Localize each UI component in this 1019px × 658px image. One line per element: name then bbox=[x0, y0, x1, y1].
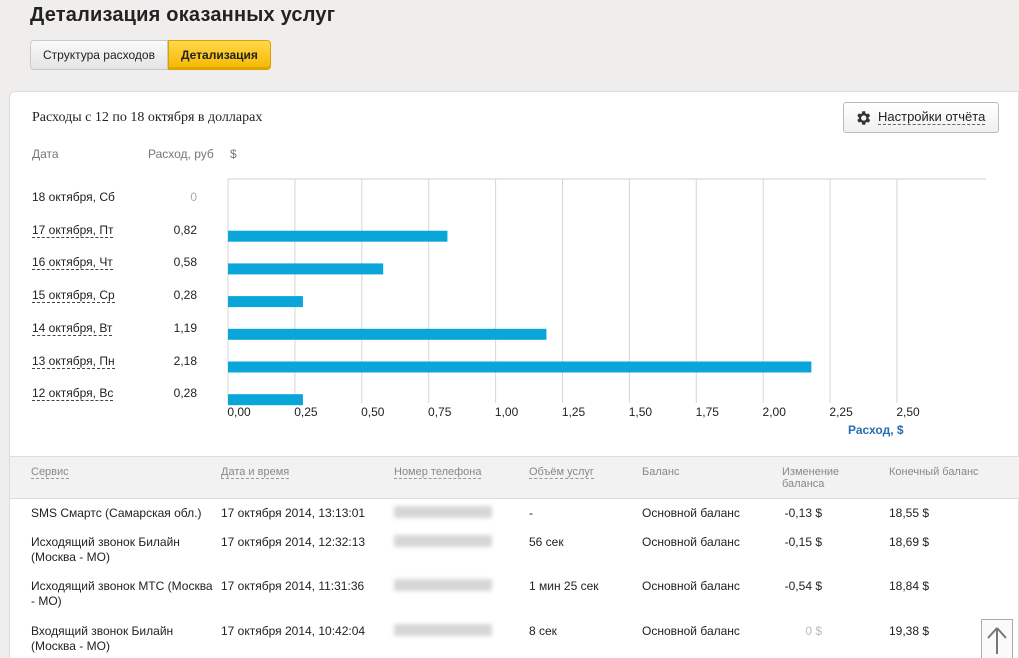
th-final-balance: Конечный баланс bbox=[889, 466, 979, 478]
cell-volume: 8 сек bbox=[529, 624, 557, 638]
col-head-currency: $ bbox=[230, 147, 237, 161]
x-tick-label: 0,50 bbox=[361, 405, 385, 419]
x-tick-label: 1,00 bbox=[495, 405, 519, 419]
gear-icon bbox=[857, 110, 871, 125]
x-axis-title: Расход, $ bbox=[848, 423, 904, 437]
x-tick-label: 1,75 bbox=[696, 405, 720, 419]
cell-balance: Основной баланс bbox=[642, 579, 740, 593]
cell-balance-change: -0,13 $ bbox=[784, 506, 822, 520]
cell-service: Исходящий звонок Билайн (Москва - МО) bbox=[31, 535, 180, 564]
cell-final-balance: 18,69 $ bbox=[889, 535, 930, 549]
report-settings-button[interactable]: Настройки отчёта bbox=[843, 102, 999, 133]
cell-final-balance: 19,38 $ bbox=[889, 624, 930, 638]
table-header: Сервис Дата и время Номер телефона Объём… bbox=[10, 456, 1019, 499]
category-label: 18 октября, Сб bbox=[32, 190, 115, 204]
tab-expense-structure[interactable]: Структура расходов bbox=[30, 40, 168, 70]
x-tick-label: 2,25 bbox=[829, 405, 853, 419]
th-phone[interactable]: Номер телефона bbox=[394, 466, 482, 479]
x-tick-label: 0,00 bbox=[227, 405, 251, 419]
value-label: 1,19 bbox=[173, 320, 197, 335]
cell-service: Входящий звонок Билайн (Москва - МО) bbox=[31, 624, 174, 653]
th-service[interactable]: Сервис bbox=[31, 466, 69, 479]
x-tick-label: 1,50 bbox=[629, 405, 653, 419]
bar bbox=[228, 394, 303, 406]
x-tick-label: 0,75 bbox=[428, 405, 452, 419]
th-volume[interactable]: Объём услуг bbox=[529, 466, 594, 479]
cell-datetime: 17 октября 2014, 10:42:04 bbox=[221, 624, 366, 638]
tab-details[interactable]: Детализация bbox=[167, 40, 271, 70]
cell-balance-change: 0 $ bbox=[805, 624, 822, 638]
cell-volume: 1 мин 25 сек bbox=[529, 579, 599, 593]
value-label: 2,18 bbox=[173, 353, 197, 368]
scroll-top-button[interactable] bbox=[981, 619, 1013, 658]
bar bbox=[228, 361, 812, 373]
category-label[interactable]: 12 октября, Вс bbox=[32, 386, 114, 402]
col-head-date: Дата bbox=[32, 147, 59, 161]
cell-phone-redacted bbox=[394, 535, 492, 551]
category-label[interactable]: 13 октября, Пн bbox=[32, 354, 115, 369]
category-label[interactable]: 14 октября, Вт bbox=[32, 321, 113, 336]
expense-chart: 0,00 0,25 0,50 0,75 1,00 1,25 1,50 1,75 2,00 2,25… bbox=[10, 162, 1010, 452]
cell-datetime: 17 октября 2014, 13:13:01 bbox=[221, 506, 366, 520]
cell-balance: Основной баланс bbox=[642, 506, 740, 520]
category-label[interactable]: 15 октября, Ср bbox=[32, 288, 115, 304]
cell-datetime: 17 октября 2014, 11:31:36 bbox=[221, 579, 365, 593]
cell-service: Исходящий звонок МТС (Москва - МО) bbox=[31, 579, 213, 608]
cell-balance-change: -0,54 $ bbox=[784, 579, 822, 593]
th-balance-change: Изменение баланса bbox=[782, 466, 840, 490]
bar bbox=[228, 328, 547, 340]
bar bbox=[228, 230, 448, 242]
cell-final-balance: 18,84 $ bbox=[889, 579, 930, 593]
cell-volume: - bbox=[529, 506, 533, 520]
tabs: Структура расходов Детализация bbox=[30, 40, 271, 70]
bar bbox=[228, 296, 303, 308]
col-head-expense: Расход, руб bbox=[148, 147, 214, 161]
arrow-up-icon bbox=[987, 627, 1007, 654]
x-tick-label: 2,00 bbox=[763, 405, 787, 419]
cell-balance: Основной баланс bbox=[642, 535, 740, 549]
th-datetime[interactable]: Дата и время bbox=[221, 466, 290, 479]
value-label: 0,82 bbox=[173, 222, 197, 237]
cell-final-balance: 18,55 $ bbox=[889, 506, 930, 520]
cell-volume: 56 сек bbox=[529, 535, 564, 549]
page-title: Детализация оказанных услуг bbox=[30, 4, 336, 26]
cell-balance-change: -0,15 $ bbox=[784, 535, 822, 549]
x-tick-label: 1,25 bbox=[562, 405, 586, 419]
value-label: 0 bbox=[190, 190, 197, 204]
settings-label: Настройки отчёта bbox=[878, 109, 986, 125]
x-tick-label: 0,25 bbox=[294, 405, 318, 419]
category-label[interactable]: 17 октября, Пт bbox=[32, 223, 114, 238]
x-tick-label: 2,50 bbox=[896, 405, 920, 419]
report-card: Расходы с 12 по 18 октября в долларах На… bbox=[9, 91, 1019, 658]
category-label[interactable]: 16 октября, Чт bbox=[32, 255, 113, 271]
report-title: Расходы с 12 по 18 октября в долларах bbox=[32, 110, 263, 125]
cell-phone-redacted bbox=[394, 579, 492, 595]
cell-datetime: 17 октября 2014, 12:32:13 bbox=[221, 535, 366, 549]
cell-balance: Основной баланс bbox=[642, 624, 740, 638]
expense-chart-svg: 0,00 0,25 0,50 0,75 1,00 1,25 1,50 1,75 2,00 2,25… bbox=[227, 178, 986, 419]
cell-phone-redacted bbox=[394, 624, 492, 640]
cell-phone-redacted bbox=[394, 506, 492, 522]
value-label: 0,58 bbox=[173, 255, 197, 270]
th-balance: Баланс bbox=[642, 466, 680, 478]
value-label: 0,28 bbox=[173, 386, 197, 401]
cell-service: SMS Смартс (Самарская обл.) bbox=[31, 506, 202, 520]
value-label: 0,28 bbox=[173, 288, 197, 303]
bar bbox=[228, 263, 384, 275]
